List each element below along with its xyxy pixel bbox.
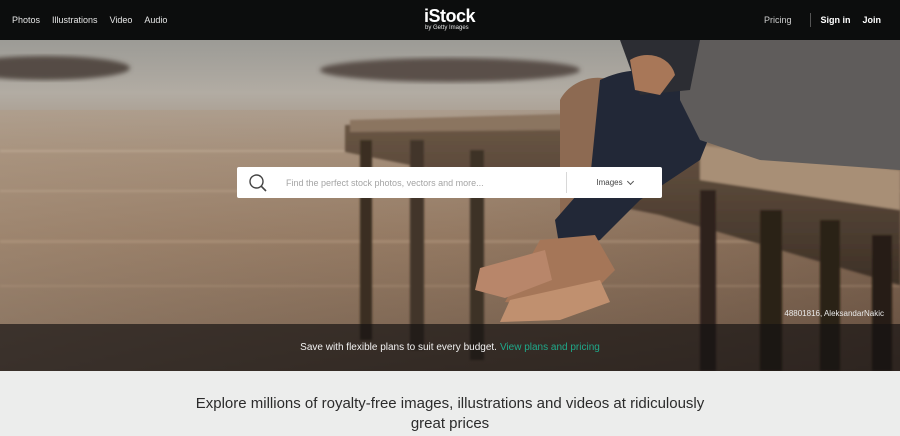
nav-link-video[interactable]: Video xyxy=(110,15,133,25)
chevron-down-icon xyxy=(626,177,634,185)
image-credit: 48801816, AleksandarNakic xyxy=(784,309,884,318)
explore-headline: Explore millions of royalty-free images,… xyxy=(195,395,705,432)
promo-text: Save with flexible plans to suit every b… xyxy=(300,342,497,353)
sign-in-link[interactable]: Sign in xyxy=(820,15,850,25)
search-input[interactable] xyxy=(279,167,566,198)
hero-photo xyxy=(0,40,900,371)
magnifier-icon xyxy=(249,173,267,192)
hero-banner: Images 48801816, AleksandarNakic Save wi… xyxy=(0,40,900,371)
media-nav: Photos Illustrations Video Audio xyxy=(12,0,167,40)
istock-logo[interactable]: iStock by Getty Images xyxy=(424,7,484,32)
join-link[interactable]: Join xyxy=(862,15,881,25)
account-nav: Pricing Sign in Join xyxy=(764,0,881,40)
search-icon[interactable] xyxy=(237,167,279,198)
top-navigation: Photos Illustrations Video Audio iStock … xyxy=(0,0,900,40)
media-type-label: Images xyxy=(596,178,623,187)
media-type-select[interactable]: Images xyxy=(567,167,662,198)
explore-section: Explore millions of royalty-free images,… xyxy=(0,371,900,436)
nav-divider xyxy=(810,13,812,27)
promo-banner: Save with flexible plans to suit every b… xyxy=(0,324,900,371)
search-bar: Images xyxy=(237,167,662,198)
pricing-link[interactable]: Pricing xyxy=(764,15,792,25)
nav-link-illustrations[interactable]: Illustrations xyxy=(52,15,98,25)
logo-subtitle: by Getty Images xyxy=(425,25,469,31)
nav-link-audio[interactable]: Audio xyxy=(144,15,167,25)
nav-link-photos[interactable]: Photos xyxy=(12,15,40,25)
view-plans-link[interactable]: View plans and pricing xyxy=(500,342,600,353)
logo-brand: iStock xyxy=(424,6,476,26)
